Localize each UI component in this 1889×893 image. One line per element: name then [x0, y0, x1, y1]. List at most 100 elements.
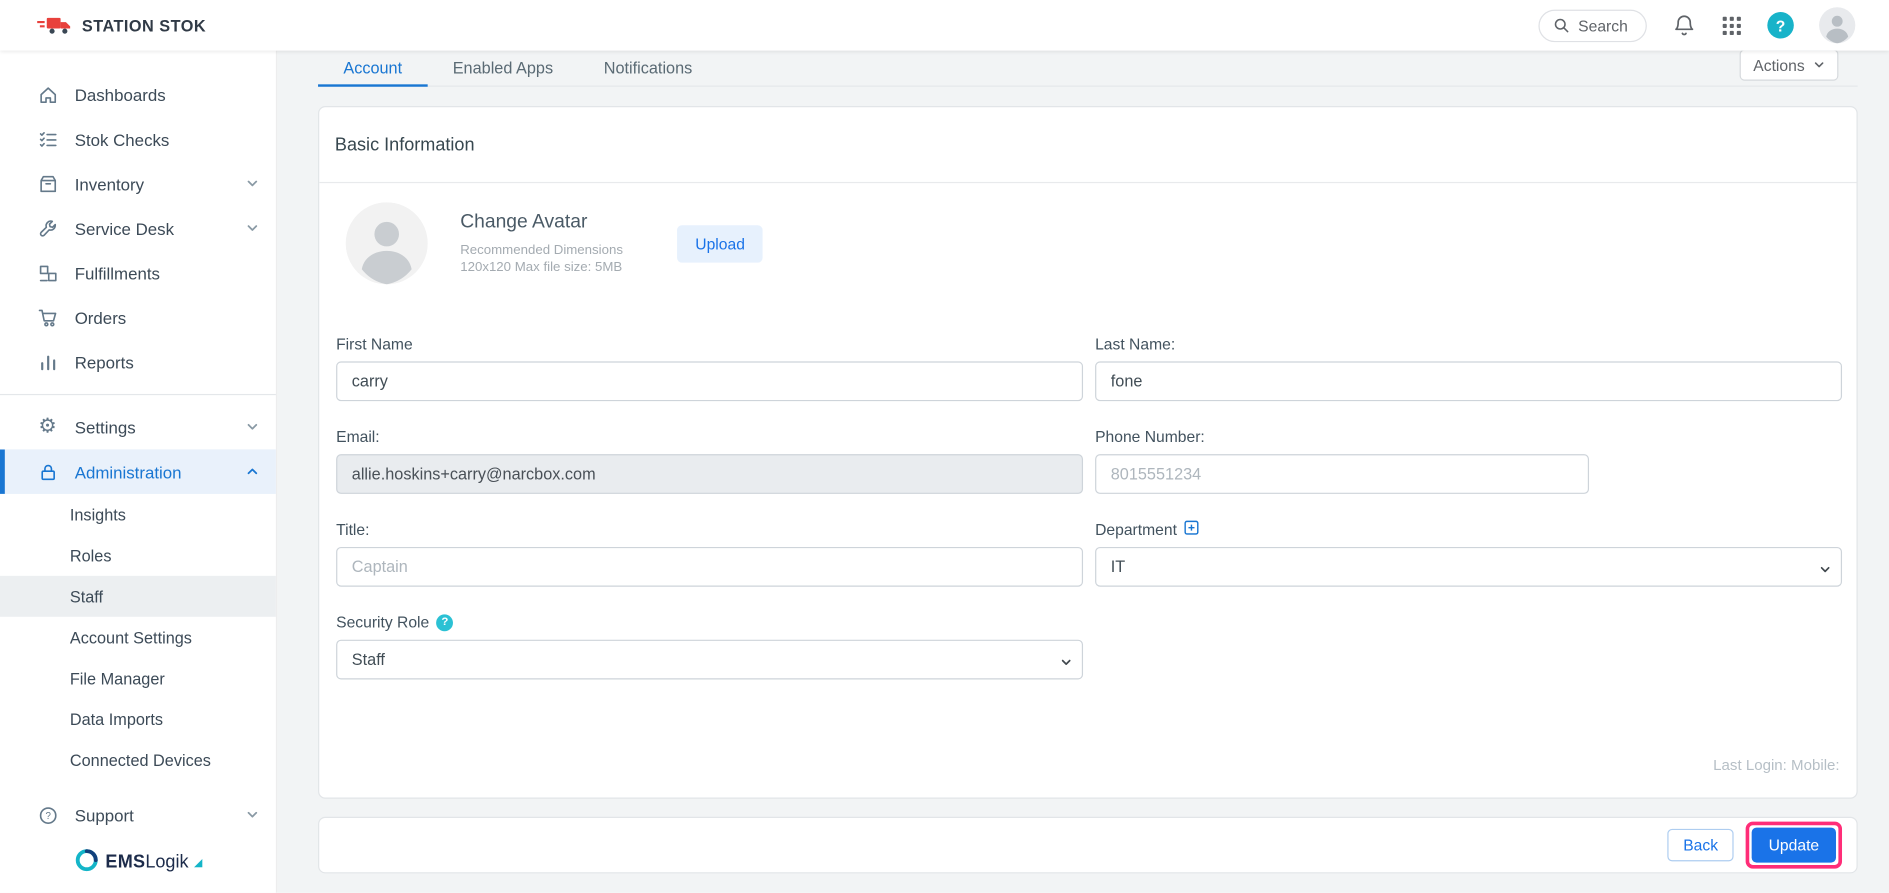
last-login-text: Last Login: Mobile:	[1713, 756, 1840, 774]
first-name-label: First Name	[336, 334, 413, 353]
chevron-down-icon	[246, 420, 259, 433]
sidebar-item-label: Inventory	[74, 174, 145, 194]
ems-logo-text: Logik	[145, 851, 189, 873]
profile-avatar-placeholder[interactable]	[345, 202, 428, 285]
cart-icon	[36, 306, 59, 329]
chevron-down-icon	[246, 222, 259, 235]
security-role-label: Security Role	[336, 613, 430, 632]
chevron-down-icon	[1813, 56, 1825, 74]
last-name-input[interactable]	[1095, 361, 1843, 402]
form-spacer	[1095, 613, 1842, 679]
header-controls: Search ?	[1538, 7, 1856, 44]
sidebar-item-orders[interactable]: Orders	[0, 295, 276, 340]
chevron-up-icon	[246, 465, 259, 478]
chevron-down-icon	[246, 177, 259, 190]
update-button[interactable]: Update	[1751, 827, 1836, 863]
add-department-icon[interactable]	[1184, 520, 1199, 538]
sidebar-item-label: Dashboards	[74, 84, 166, 105]
department-label-row: Department	[1095, 520, 1842, 539]
checklist-icon	[36, 128, 59, 151]
sidebar-item-dashboards[interactable]: Dashboards	[0, 72, 276, 117]
user-avatar[interactable]	[1819, 7, 1856, 44]
phone-label: Phone Number:	[1095, 427, 1205, 446]
tab-account[interactable]: Account	[318, 51, 428, 87]
back-button[interactable]: Back	[1667, 828, 1734, 862]
tab-bar: Account Enabled Apps Notifications Actio…	[318, 50, 1858, 87]
last-name-label: Last Name:	[1095, 334, 1176, 353]
sidebar-subitem-insights[interactable]: Insights	[0, 494, 276, 535]
security-role-field: Security Role ? Staff	[336, 613, 1084, 680]
security-role-select[interactable]: Staff	[336, 639, 1084, 680]
department-label: Department	[1095, 520, 1177, 539]
sidebar-item-inventory[interactable]: Inventory	[0, 161, 276, 206]
notifications-bell-icon[interactable]	[1672, 13, 1696, 37]
sidebar-subitem-connected-devices[interactable]: Connected Devices	[0, 740, 276, 781]
department-field: Department IT	[1095, 520, 1843, 587]
sidebar-item-stok-checks[interactable]: Stok Checks	[0, 117, 276, 162]
sidebar-item-reports[interactable]: Reports	[0, 340, 276, 385]
sidebar: Dashboards Stok Checks Inventory Service…	[0, 50, 278, 893]
department-select-wrap: IT	[1095, 546, 1843, 587]
card-title: Basic Information	[319, 107, 1857, 184]
email-label: Email:	[336, 427, 380, 446]
ems-logo-mark-icon	[194, 852, 203, 874]
svg-text:?: ?	[45, 810, 51, 821]
change-avatar-text: Change Avatar Recommended Dimensions 120…	[460, 211, 623, 275]
avatar-hint-line2: 120x120 Max file size: 5MB	[460, 259, 623, 275]
department-select[interactable]: IT	[1095, 546, 1843, 587]
actions-button[interactable]: Actions	[1740, 50, 1839, 81]
avatar-hint-line1: Recommended Dimensions	[460, 242, 623, 258]
sidebar-subitem-data-imports[interactable]: Data Imports	[0, 699, 276, 740]
form-footer-bar: Back Update	[318, 816, 1858, 874]
sidebar-item-settings[interactable]: ⚙ Settings	[0, 405, 276, 450]
fulfillment-boxes-icon	[36, 261, 59, 284]
sidebar-item-label: Administration	[74, 462, 182, 482]
security-role-select-wrap: Staff	[336, 639, 1084, 680]
ems-logik-swirl-icon	[73, 846, 100, 879]
sidebar-item-label: Support	[74, 805, 134, 825]
search-label: Search	[1578, 16, 1628, 35]
first-name-field: First Name	[336, 334, 1084, 402]
first-name-input[interactable]	[336, 361, 1084, 402]
security-role-help-icon[interactable]: ?	[436, 613, 454, 631]
sidebar-subitem-file-manager[interactable]: File Manager	[0, 658, 276, 699]
bar-chart-icon	[36, 351, 59, 374]
email-input	[336, 454, 1084, 494]
search-input[interactable]: Search	[1538, 9, 1647, 42]
question-circle-icon: ?	[36, 804, 59, 827]
sidebar-item-label: Fulfillments	[74, 263, 160, 283]
sidebar-subitem-roles[interactable]: Roles	[0, 535, 276, 576]
chevron-down-icon	[246, 808, 259, 821]
email-field: Email:	[336, 427, 1084, 494]
sidebar-subitem-account-settings[interactable]: Account Settings	[0, 617, 276, 658]
sidebar-item-support[interactable]: ? Support	[0, 793, 276, 838]
sidebar-item-label: Reports	[74, 352, 134, 372]
tab-notifications[interactable]: Notifications	[578, 51, 717, 86]
ems-logik-logo: EMSLogik	[0, 845, 276, 881]
sidebar-item-label: Settings	[74, 417, 136, 437]
top-header: STATION STOK Search ?	[0, 0, 1889, 51]
brand-logo[interactable]: STATION STOK	[36, 13, 206, 37]
basic-information-card: Basic Information Change Avatar Recommen…	[318, 106, 1858, 799]
title-input[interactable]	[336, 546, 1084, 587]
title-label: Title:	[336, 520, 370, 539]
last-name-field: Last Name:	[1095, 334, 1843, 402]
sidebar-subitem-staff[interactable]: Staff	[0, 575, 276, 617]
apps-grid-icon[interactable]	[1722, 15, 1742, 35]
sidebar-item-fulfillments[interactable]: Fulfillments	[0, 251, 276, 296]
sidebar-item-label: Orders	[74, 307, 127, 328]
upload-button[interactable]: Upload	[677, 224, 763, 263]
sidebar-item-administration[interactable]: Administration	[0, 449, 276, 494]
staff-form: First Name Last Name: Email: Phone Numbe…	[319, 335, 1856, 680]
lock-icon	[36, 460, 59, 483]
sidebar-item-service-desk[interactable]: Service Desk	[0, 206, 276, 251]
sidebar-divider	[0, 393, 276, 396]
home-icon	[36, 83, 59, 106]
sidebar-item-label: Stok Checks	[74, 129, 170, 149]
help-icon[interactable]: ?	[1767, 12, 1794, 39]
truck-logo-icon	[36, 13, 72, 37]
app-root: STATION STOK Search ? Dashboards Stok Ch…	[0, 0, 1889, 893]
phone-input[interactable]	[1095, 454, 1590, 494]
tab-enabled-apps[interactable]: Enabled Apps	[427, 51, 578, 86]
security-role-label-row: Security Role ?	[336, 613, 1083, 631]
